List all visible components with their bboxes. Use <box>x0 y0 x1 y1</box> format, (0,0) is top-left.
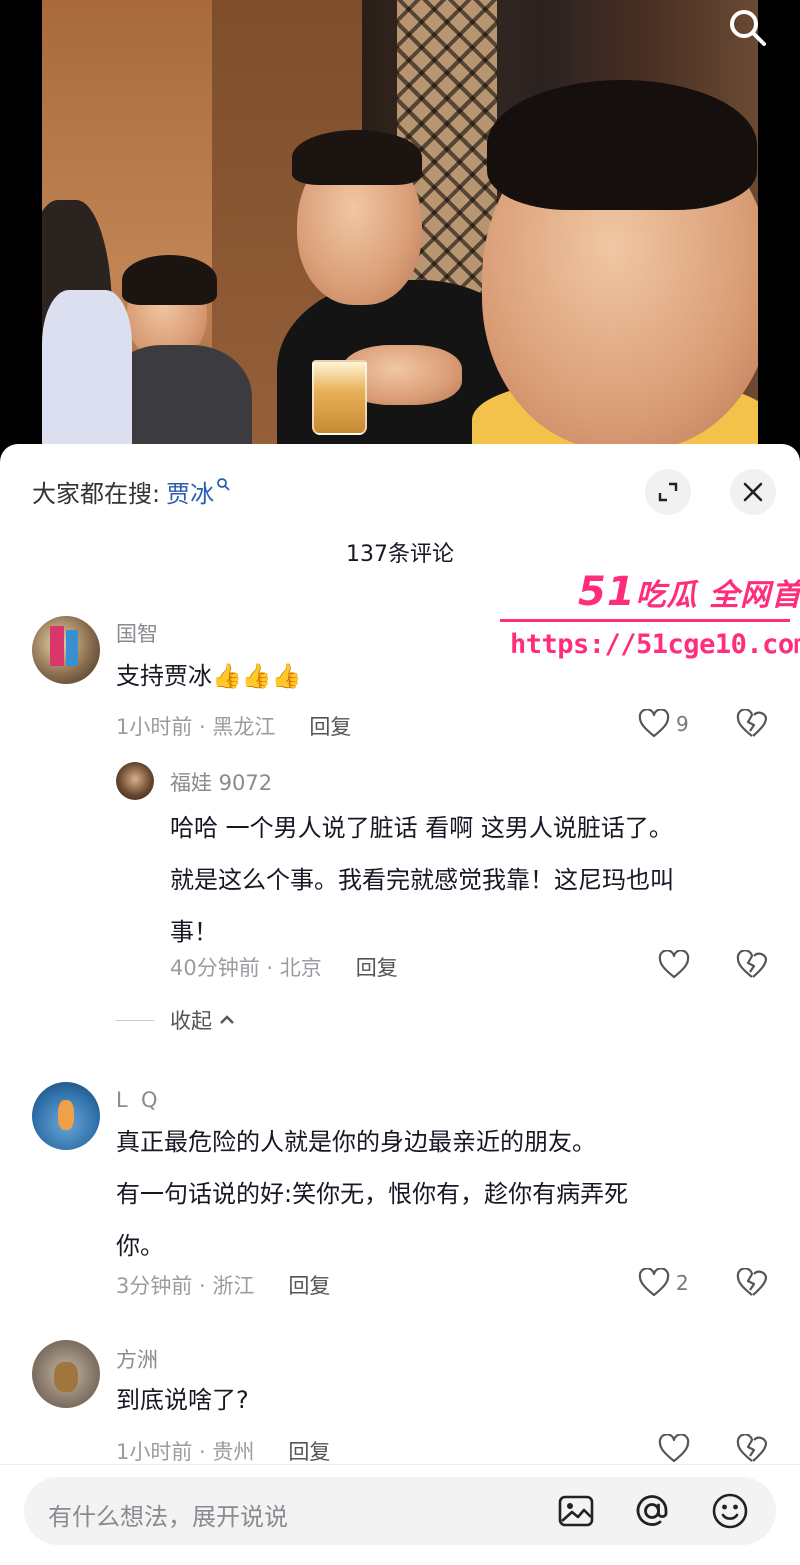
comment-count: 137条评论 <box>346 542 454 567</box>
comment-text: 真正最危险的人就是你的身边最亲近的朋友。 有一句话说的好:笑你无，恨你有，趁你有… <box>116 1116 628 1272</box>
heart-icon <box>638 1268 670 1297</box>
collapse-replies-button[interactable]: 收起 <box>116 1005 236 1035</box>
expand-button[interactable] <box>645 469 691 515</box>
at-icon <box>636 1495 668 1526</box>
comment-input-bar: 有什么想法，展开说说 <box>0 1464 800 1565</box>
reply-text-line: 就是这么个事。我看完就感觉我靠！这尼玛也叫 <box>170 866 674 894</box>
dislike-button[interactable] <box>736 1267 768 1302</box>
collapse-divider <box>116 1019 154 1021</box>
avatar[interactable] <box>32 1340 100 1408</box>
comment-text-line: 真正最危险的人就是你的身边最亲近的朋友。 <box>116 1128 596 1156</box>
broken-heart-icon <box>736 949 768 978</box>
avatar[interactable] <box>32 616 100 684</box>
comment-text: 到底说啥了? <box>116 1386 249 1414</box>
search-icon <box>730 10 766 46</box>
comment-text: 支持贾冰👍👍👍 <box>116 662 302 690</box>
comment-item: 国智 支持贾冰👍👍👍 1小时前 · 黑龙江 回复 9 <box>0 616 800 746</box>
watermark-logo-text: 吃瓜 全网首发 <box>635 578 800 613</box>
video-player[interactable] <box>0 0 800 470</box>
like-count: 9 <box>676 712 689 736</box>
comment-sheet-header: 大家都在搜: 贾冰 137条评论 <box>0 444 800 584</box>
comment-item: 方洲 到底说啥了? 1小时前 · 贵州 回复 <box>0 1340 800 1470</box>
collapse-label: 收起 <box>170 1009 212 1033</box>
watermark-logo-number: 51 <box>578 569 636 615</box>
hot-search-link[interactable]: 大家都在搜: 贾冰 <box>32 474 230 509</box>
reply-item: 福娃 9072 哈哈 一个男人说了脏话 看啊 这男人说脏话了。 就是这么个事。我… <box>0 762 800 982</box>
broken-heart-icon <box>736 1433 768 1462</box>
reply-button[interactable]: 回复 <box>356 952 398 982</box>
reply-text-line: 哈哈 一个男人说了脏话 看啊 这男人说脏话了。 <box>170 814 673 842</box>
comment-time-location: 1小时前 · 黑龙江 <box>116 715 276 739</box>
mention-button[interactable] <box>632 1491 672 1531</box>
hot-search-keyword[interactable]: 贾冰 <box>166 474 214 509</box>
emoji-button[interactable] <box>710 1491 750 1531</box>
broken-heart-icon <box>736 708 768 737</box>
avatar[interactable] <box>116 762 154 800</box>
comment-author[interactable]: 方洲 <box>116 1344 158 1374</box>
comment-author[interactable]: 国智 <box>116 618 158 648</box>
avatar[interactable] <box>32 1082 100 1150</box>
video-frame <box>42 0 758 470</box>
like-button[interactable]: 2 <box>638 1268 689 1298</box>
search-button[interactable] <box>726 6 770 50</box>
reply-author[interactable]: 福娃 9072 <box>170 767 272 797</box>
like-button[interactable]: 9 <box>638 709 689 739</box>
comment-item: L Q 真正最危险的人就是你的身边最亲近的朋友。 有一句话说的好:笑你无，恨你有… <box>0 1082 800 1312</box>
comment-time-location: 3分钟前 · 浙江 <box>116 1274 255 1298</box>
comment-text-line: 有一句话说的好:笑你无，恨你有，趁你有病弄死 <box>116 1180 629 1208</box>
image-button[interactable] <box>556 1491 596 1531</box>
reply-button[interactable]: 回复 <box>309 711 351 741</box>
dislike-button[interactable] <box>736 949 768 984</box>
comment-author[interactable]: L Q <box>116 1088 158 1112</box>
heart-icon <box>658 1434 690 1463</box>
emoji-icon <box>712 1493 748 1529</box>
watermark-logo: 51吃瓜 全网首发 <box>578 569 800 615</box>
comment-input[interactable]: 有什么想法，展开说说 <box>24 1477 776 1545</box>
reply-text: 哈哈 一个男人说了脏话 看啊 这男人说脏话了。 就是这么个事。我看完就感觉我靠！… <box>170 802 674 958</box>
hot-search-prefix: 大家都在搜: <box>32 480 161 508</box>
comment-time-location: 1小时前 · 贵州 <box>116 1440 255 1464</box>
close-button[interactable] <box>730 469 776 515</box>
close-icon <box>743 482 763 502</box>
reply-button[interactable]: 回复 <box>288 1270 330 1300</box>
expand-icon <box>658 482 678 502</box>
comment-input-placeholder: 有什么想法，展开说说 <box>48 1503 288 1531</box>
like-button[interactable] <box>658 950 690 980</box>
reply-time-location: 40分钟前 · 北京 <box>170 956 322 980</box>
broken-heart-icon <box>736 1267 768 1296</box>
search-small-icon <box>216 476 230 495</box>
heart-icon <box>638 709 670 738</box>
dislike-button[interactable] <box>736 708 768 743</box>
like-count: 2 <box>676 1271 689 1295</box>
like-button[interactable] <box>658 1434 690 1464</box>
dislike-button[interactable] <box>736 1433 768 1468</box>
image-icon <box>558 1495 594 1527</box>
comment-text-line: 你。 <box>116 1232 164 1260</box>
reply-text-line: 事！ <box>170 918 218 946</box>
reply-button[interactable]: 回复 <box>288 1436 330 1466</box>
comment-sheet: 大家都在搜: 贾冰 137条评论 51吃瓜 全网首发 https://51cge… <box>0 444 800 1565</box>
chevron-up-icon <box>220 1015 234 1024</box>
heart-icon <box>658 950 690 979</box>
